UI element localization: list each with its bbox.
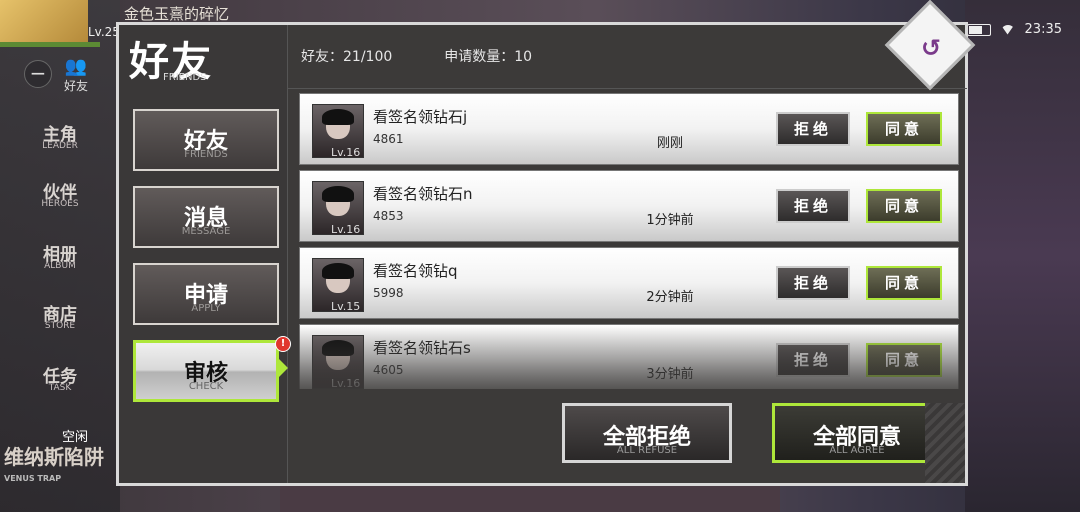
reject-all-button[interactable]: 全部拒绝 ALL REFUSE <box>562 403 732 463</box>
header-stats: 好友：21/100 申请数量：10 <box>301 46 532 66</box>
agree-all-sublabel: ALL AGREE <box>829 445 885 456</box>
agree-button[interactable]: 同意 <box>866 112 942 146</box>
friends-icon: 👥 <box>64 56 88 77</box>
agree-button[interactable]: 同意 <box>866 266 942 300</box>
reject-button[interactable]: 拒绝 <box>776 189 850 223</box>
reject-all-sublabel: ALL REFUSE <box>616 445 678 456</box>
status-bar: 23:35 <box>966 22 1062 37</box>
wifi-icon <box>1000 24 1015 35</box>
requester-avatar[interactable]: Lv.15 <box>312 258 364 313</box>
requester-id: 4861 <box>373 132 404 146</box>
event-subtitle: VENUS TRAP <box>4 474 62 483</box>
request-time: 3分钟前 <box>646 367 694 382</box>
agree-all-button[interactable]: 全部同意 ALL AGREE <box>772 403 942 463</box>
friends-dialog: 好友 FRIENDS 好友 FRIENDS 消息 MESSAGE 申请 APPL… <box>116 0 976 486</box>
avatar-hair <box>322 109 354 125</box>
friends-shortcut[interactable]: 👥 好友 <box>64 56 88 94</box>
check-alert-badge: ! <box>275 336 291 352</box>
tab-sublabel: CHECK <box>188 381 224 392</box>
request-row: Lv.15 看签名领钻q 5998 2分钟前 拒绝 同意 <box>299 247 959 319</box>
requester-avatar[interactable]: Lv.16 <box>312 335 364 389</box>
event-title: 维纳斯陷阱 <box>4 445 104 469</box>
agree-button[interactable]: 同意 <box>866 343 942 377</box>
tab-apply[interactable]: 申请 APPLY <box>133 263 279 325</box>
requester-avatar[interactable]: Lv.16 <box>312 181 364 236</box>
avatar-hair <box>322 263 354 279</box>
tab-friends[interactable]: 好友 FRIENDS <box>133 109 279 171</box>
friends-count: 好友：21/100 <box>301 49 393 65</box>
active-tab-arrow-icon <box>279 359 288 377</box>
tab-check[interactable]: 审核 CHECK <box>133 340 279 402</box>
idle-status: 空闲 <box>62 430 89 445</box>
side-menu-leader[interactable]: 主角 LEADER <box>6 120 114 151</box>
requester-id: 4605 <box>373 363 404 377</box>
requester-name: 看签名领钻石j <box>373 108 468 126</box>
back-arrow-icon: ↺ <box>920 34 942 62</box>
requester-level: Lv.16 <box>331 377 361 389</box>
requester-name: 看签名领钻石s <box>373 339 471 357</box>
right-scene-backdrop <box>965 0 1080 512</box>
requester-level: Lv.16 <box>331 146 361 159</box>
request-time: 1分钟前 <box>646 213 694 228</box>
side-menu-store[interactable]: 商店 STORE <box>6 300 114 331</box>
reject-button[interactable]: 拒绝 <box>776 112 850 146</box>
friends-shortcut-label: 好友 <box>64 79 89 93</box>
side-menu-sublabel: ALBUM <box>44 261 76 271</box>
tab-message[interactable]: 消息 MESSAGE <box>133 186 279 248</box>
event-banner[interactable]: 维纳斯陷阱 VENUS TRAP <box>4 446 114 490</box>
scene-title: 金色玉熹的碎忆 <box>124 5 230 23</box>
avatar-hair <box>322 340 354 356</box>
reject-button[interactable]: 拒绝 <box>776 343 850 377</box>
requester-level: Lv.16 <box>331 223 361 236</box>
side-menu-sublabel: LEADER <box>42 141 78 151</box>
requester-name: 看签名领钻石n <box>373 185 473 203</box>
side-menu-task[interactable]: 任务 TASK <box>6 362 114 393</box>
dialog-sidebar: 好友 FRIENDS 好友 FRIENDS 消息 MESSAGE 申请 APPL… <box>119 25 291 483</box>
xp-bar <box>0 42 100 47</box>
tab-sublabel: FRIENDS <box>184 149 228 160</box>
tab-sublabel: MESSAGE <box>181 226 231 237</box>
request-row: Lv.16 看签名领钻石j 4861 刚刚 拒绝 同意 <box>299 93 959 165</box>
side-menu-album[interactable]: 相册 ALBUM <box>6 240 114 271</box>
request-row: Lv.16 看签名领钻石n 4853 1分钟前 拒绝 同意 <box>299 170 959 242</box>
collapse-menu-button[interactable]: − <box>24 60 52 88</box>
requester-avatar[interactable]: Lv.16 <box>312 104 364 159</box>
side-menu-sublabel: TASK <box>48 383 72 393</box>
requests-count: 申请数量：10 <box>444 49 533 65</box>
reject-button[interactable]: 拒绝 <box>776 266 850 300</box>
dialog-subtitle: FRIENDS <box>163 72 207 83</box>
requester-level: Lv.15 <box>331 300 361 313</box>
requester-id: 5998 <box>373 286 404 300</box>
tab-sublabel: APPLY <box>191 303 221 314</box>
player-avatar[interactable] <box>0 0 88 42</box>
agree-button[interactable]: 同意 <box>866 189 942 223</box>
corner-stripes <box>925 403 965 483</box>
side-menu-sublabel: HEROES <box>41 199 79 209</box>
side-menu-sublabel: STORE <box>44 321 76 331</box>
request-time: 刚刚 <box>656 136 683 151</box>
battery-icon <box>966 23 991 36</box>
requester-id: 4853 <box>373 209 404 223</box>
clock: 23:35 <box>1024 22 1062 37</box>
header-divider <box>287 88 967 89</box>
request-list[interactable]: Lv.16 看签名领钻石j 4861 刚刚 拒绝 同意 Lv.16 看签名领钻石… <box>299 93 959 389</box>
requester-name: 看签名领钻q <box>373 262 458 280</box>
avatar-hair <box>322 186 354 202</box>
side-menu-heroes[interactable]: 伙伴 HEROES <box>6 178 114 209</box>
request-time: 2分钟前 <box>646 290 694 305</box>
request-row: Lv.16 看签名领钻石s 4605 3分钟前 拒绝 同意 <box>299 324 959 389</box>
